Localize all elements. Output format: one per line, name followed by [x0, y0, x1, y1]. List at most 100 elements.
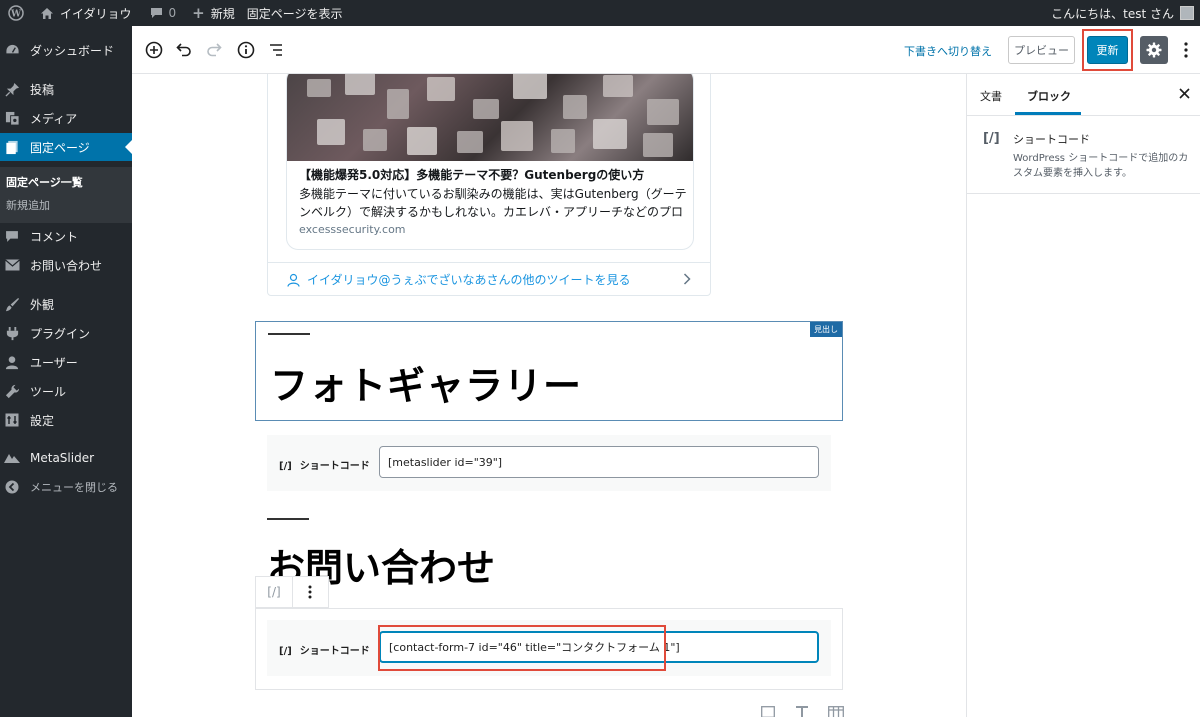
- settings-icon: [4, 412, 20, 428]
- link-preview-card[interactable]: 【機能爆発5.0対応】多機能テーマ不要？Gutenbergの使い方 多機能テーマ…: [286, 74, 694, 250]
- sidebar-item-metaslider[interactable]: MetaSlider: [0, 444, 132, 472]
- brush-icon: [4, 296, 20, 312]
- link-domain: excesssecurity.com: [299, 223, 406, 236]
- sidebar-item-label: ダッシュボード: [30, 43, 115, 58]
- gallery-block-inserter-icon[interactable]: [826, 704, 846, 717]
- sidebar-item-label: プラグイン: [30, 326, 91, 341]
- sidebar-item-label: 外観: [30, 297, 55, 312]
- comments-count: 0: [168, 6, 177, 20]
- pin-icon: [4, 81, 20, 97]
- sidebar-item-label: ツール: [30, 384, 67, 399]
- heading-photo-gallery[interactable]: フォトギャラリー: [270, 355, 582, 410]
- mail-icon: [4, 257, 20, 273]
- undo-button[interactable]: [174, 40, 194, 60]
- heading-separator: [268, 333, 310, 335]
- active-tab-indicator: [1015, 112, 1081, 115]
- sidebar-item-label: MetaSlider: [30, 451, 95, 465]
- sidebar-item-users[interactable]: ユーザー: [0, 348, 132, 376]
- sidebar-item-pages[interactable]: 固定ページ: [0, 133, 132, 161]
- sidebar-item-label: 設定: [30, 413, 55, 428]
- image-block-inserter-icon[interactable]: [758, 704, 778, 717]
- sidebar-item-label: 投稿: [30, 82, 55, 97]
- plus-circle-icon: [145, 41, 163, 59]
- view-page-link[interactable]: 固定ページを表示: [241, 0, 349, 26]
- sidebar-item-plugins[interactable]: プラグイン: [0, 319, 132, 347]
- sidebar-item-tools[interactable]: ツール: [0, 377, 132, 405]
- redo-button[interactable]: [204, 40, 224, 60]
- sidebar-item-label: コメント: [30, 229, 79, 244]
- chevron-right-icon: [683, 273, 691, 289]
- dashboard-icon: [4, 42, 20, 58]
- sidebar-item-media[interactable]: メディア: [0, 104, 132, 132]
- preview-button[interactable]: プレビュー: [1008, 36, 1075, 64]
- sidebar-collapse-menu[interactable]: メニューを閉じる: [0, 473, 132, 501]
- shortcode-icon: [/]: [279, 646, 292, 657]
- settings-sidebar: 文書 ブロック [/] ショートコード WordPress ショートコードで追加…: [966, 74, 1200, 717]
- block-card-description: WordPress ショートコードで追加のカスタム要素を挿入します。: [1013, 153, 1189, 179]
- settings-button[interactable]: [1140, 36, 1168, 64]
- gear-icon: [1146, 42, 1162, 58]
- tab-block[interactable]: ブロック: [1027, 88, 1071, 104]
- more-tweets-link[interactable]: イイダリョウ@うぇぶでざいなあさんの他のツイートを見る: [267, 262, 711, 296]
- block-toolbar: [/]: [255, 576, 329, 608]
- link-title[interactable]: 【機能爆発5.0対応】多機能テーマ不要？Gutenbergの使い方: [299, 166, 644, 183]
- tab-document[interactable]: 文書: [980, 88, 1002, 104]
- sidebar-item-settings[interactable]: 設定: [0, 406, 132, 434]
- sidebar-item-contact[interactable]: お問い合わせ: [0, 251, 132, 279]
- sidebar-item-label: メディア: [30, 111, 78, 126]
- block-card-title: ショートコード: [1013, 133, 1090, 146]
- plus-icon: +: [192, 4, 205, 22]
- quick-inserter: [744, 704, 846, 717]
- pages-submenu: 固定ページ一覧 新規追加: [0, 167, 132, 223]
- embed-image: [287, 74, 693, 161]
- submenu-all-pages[interactable]: 固定ページ一覧: [6, 174, 83, 190]
- sidebar-item-dashboard[interactable]: ダッシュボード: [0, 36, 132, 64]
- user-outline-icon: [287, 273, 301, 287]
- media-icon: [4, 110, 20, 126]
- metaslider-icon: [4, 450, 20, 466]
- sidebar-item-appearance[interactable]: 外観: [0, 290, 132, 318]
- content-info-button[interactable]: [236, 40, 256, 60]
- heading-block-inserter-icon[interactable]: [792, 704, 812, 717]
- link-description: 多機能テーマに付いているお馴染みの機能は、実はGutenberg（グーテンベルク…: [299, 187, 687, 219]
- sidebar-item-posts[interactable]: 投稿: [0, 75, 132, 103]
- more-tools-button[interactable]: [1176, 38, 1196, 62]
- block-card: [/] ショートコード WordPress ショートコードで追加のカスタム要素を…: [967, 117, 1200, 194]
- greeting[interactable]: こんにちは、test さん: [1051, 5, 1174, 22]
- sidebar-item-label: メニューを閉じる: [30, 481, 118, 494]
- heading-block-selected[interactable]: フォトギャラリー 見出し: [255, 321, 843, 421]
- wrench-icon: [4, 383, 20, 399]
- sidebar-item-label: お問い合わせ: [30, 258, 103, 273]
- submenu-add-new[interactable]: 新規追加: [6, 197, 50, 213]
- wordpress-logo-icon[interactable]: W: [0, 0, 30, 26]
- settings-tabs: 文書 ブロック: [967, 74, 1200, 116]
- vertical-ellipsis-icon: [308, 585, 312, 599]
- block-more-options-button[interactable]: [291, 577, 328, 607]
- home-icon: [40, 7, 54, 20]
- new-content-link[interactable]: + 新規: [182, 0, 241, 26]
- close-panel-button[interactable]: [1179, 87, 1190, 103]
- shortcode-label: [/] ショートコード: [279, 646, 370, 657]
- sidebar-item-comments[interactable]: コメント: [0, 222, 132, 250]
- page-icon: [4, 139, 20, 155]
- admin-bar: W イイダリョウ 0 + 新規 固定ページを表示 こんにちは、test さん: [0, 0, 1200, 26]
- plugin-icon: [4, 325, 20, 341]
- editor-canvas: 【機能爆発5.0対応】多機能テーマ不要？Gutenbergの使い方 多機能テーマ…: [132, 74, 966, 717]
- site-name-link[interactable]: イイダリョウ: [30, 0, 138, 26]
- admin-sidebar: ダッシュボード 投稿 メディア 固定ページ 固定ページ一覧 新規追加 コメント …: [0, 26, 132, 717]
- avatar[interactable]: [1180, 6, 1194, 20]
- new-label: 新規: [210, 6, 235, 21]
- comments-link[interactable]: 0: [138, 0, 183, 26]
- redo-icon: [207, 43, 222, 57]
- block-navigation-button[interactable]: [266, 40, 286, 60]
- info-icon: [237, 41, 255, 59]
- add-block-button[interactable]: [144, 40, 164, 60]
- comment-icon: [4, 228, 20, 244]
- shortcode-icon: [/]: [983, 131, 1000, 146]
- shortcode-input-metaslider[interactable]: [metaslider id="39"]: [379, 446, 819, 478]
- comment-bubble-icon: [150, 7, 163, 19]
- shortcode-highlight-box: [378, 625, 666, 671]
- switch-to-draft-link[interactable]: 下書きへ切り替え: [904, 43, 992, 59]
- block-switcher-button[interactable]: [/]: [256, 577, 292, 607]
- shortcode-block-metaslider[interactable]: [/] ショートコード [metaslider id="39"]: [267, 435, 831, 491]
